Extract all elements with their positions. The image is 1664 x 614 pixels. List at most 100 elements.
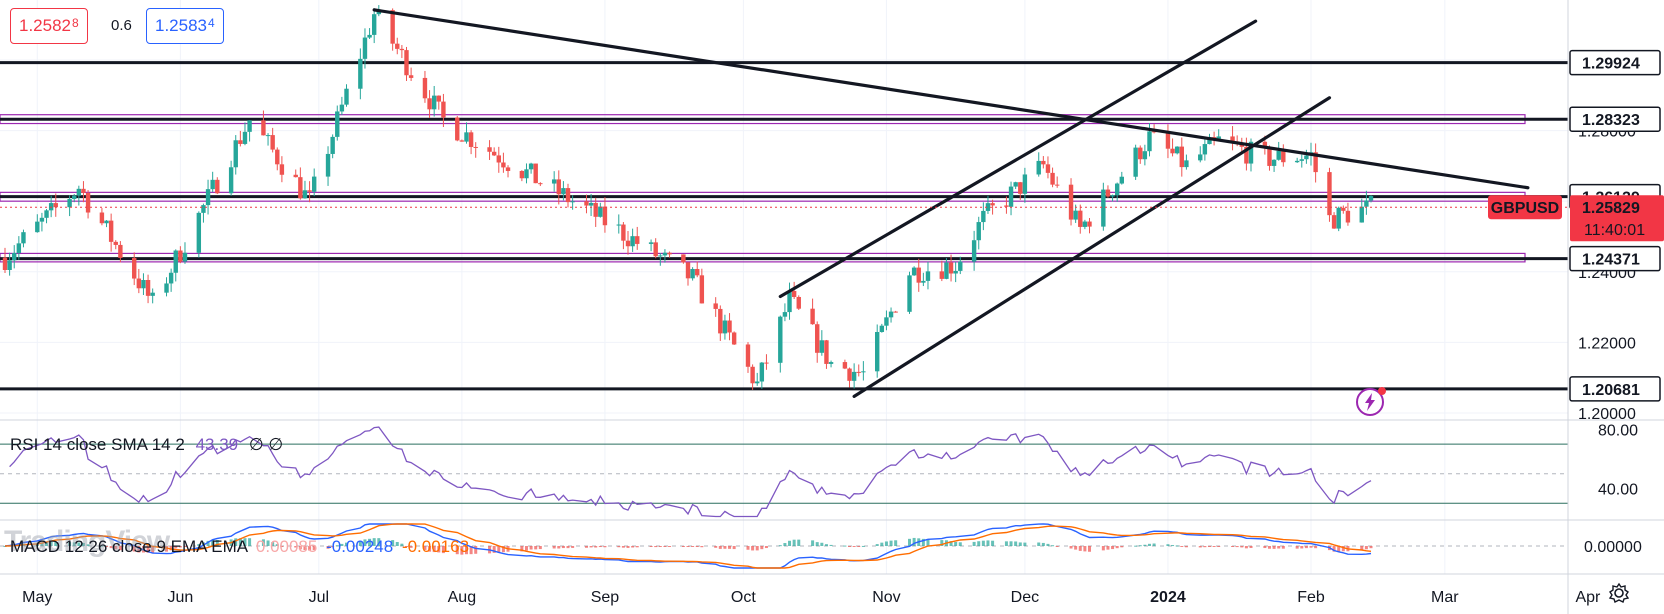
level-label: 1.29924 — [1582, 56, 1640, 73]
candle-body — [265, 135, 271, 137]
candle-body — [1299, 159, 1304, 161]
candle-body — [1078, 210, 1083, 227]
macd-histogram-bar — [557, 546, 561, 549]
candle-body — [141, 280, 146, 289]
candle-body — [1050, 172, 1055, 185]
candle-body — [690, 268, 695, 279]
candle-body — [588, 202, 594, 206]
macd-histogram-bar — [1304, 546, 1308, 549]
candle-body — [745, 344, 751, 367]
candle-body — [699, 275, 705, 304]
candle-body — [981, 210, 986, 223]
macd-hist-value: 0.00085 — [255, 537, 318, 556]
settings-gear-icon[interactable] — [1608, 582, 1630, 604]
candle-body — [16, 243, 22, 254]
candle-body — [861, 371, 866, 373]
bid-quote[interactable]: 1.2582 8 — [10, 8, 88, 44]
macd-histogram-bar — [954, 541, 958, 546]
candle-body — [1202, 144, 1208, 155]
candle-body — [196, 212, 202, 253]
candle-body — [168, 272, 174, 284]
macd-histogram-bar — [981, 540, 985, 546]
candle-body — [67, 199, 72, 208]
candle-body — [538, 183, 543, 185]
candle-body — [85, 192, 91, 213]
candle-body — [593, 202, 598, 217]
macd-histogram-bar — [1120, 546, 1124, 548]
macd-histogram-bar — [1069, 546, 1073, 549]
candle-body — [1174, 146, 1180, 154]
rsi-tick-label: 80.00 — [1598, 422, 1638, 439]
candle-body — [441, 101, 446, 118]
macd-histogram-bar — [1041, 542, 1045, 546]
candle-body — [888, 311, 894, 318]
candle-body — [602, 206, 608, 226]
candle-body — [344, 88, 349, 105]
time-tick-label: Mar — [1431, 589, 1459, 606]
candle-body — [1304, 155, 1309, 160]
rsi-value: 43.39 — [195, 435, 239, 454]
ask-quote[interactable]: 1.2583 4 — [146, 8, 224, 44]
candle-body — [893, 311, 898, 313]
macd-histogram-bar — [884, 541, 888, 546]
candle-body — [1041, 160, 1046, 165]
macd-histogram-bar — [1023, 542, 1027, 546]
candle-body — [630, 236, 635, 247]
chart-canvas[interactable]: 80.00 40.00 0.00000 May Jun Jul Aug Sep Oct Nov… — [0, 0, 1664, 614]
macd-histogram-bar — [1267, 546, 1271, 549]
candle-body — [118, 244, 123, 258]
candle-body — [1170, 148, 1175, 154]
macd-histogram-bar — [1138, 545, 1142, 547]
candle-body — [39, 217, 45, 222]
candle-body — [395, 43, 400, 49]
macd-legend[interactable]: MACD 12 26 close 9 EMA EMA 0.00085 -0.00… — [10, 537, 469, 557]
macd-value: -0.00248 — [326, 537, 394, 556]
rsi-legend[interactable]: RSI 14 close SMA 14 2 43.39 ∅ ∅ — [10, 435, 283, 455]
macd-histogram-bar — [1171, 545, 1175, 547]
macd-histogram-bar — [1147, 543, 1151, 546]
candle-body — [491, 151, 497, 156]
candle-body — [731, 332, 737, 345]
candle-body — [1271, 159, 1277, 166]
candle-body — [662, 252, 668, 256]
candle-body — [948, 262, 954, 274]
candle-body — [53, 203, 58, 208]
macd-histogram-bar — [958, 542, 962, 546]
macd-histogram-bar — [603, 546, 607, 548]
candle-body — [422, 77, 428, 99]
macd-histogram-bar — [686, 546, 690, 547]
candle-body — [653, 242, 658, 257]
macd-histogram-bar — [1295, 546, 1299, 549]
level-label: 1.24371 — [1582, 252, 1640, 269]
macd-histogram-bar — [1009, 541, 1013, 546]
candle-body — [7, 260, 12, 270]
macd-histogram-bar — [1166, 544, 1170, 546]
candle-body — [367, 34, 372, 38]
candle-body — [759, 362, 765, 382]
candle-body — [35, 221, 40, 233]
macd-histogram-bar — [538, 546, 542, 550]
macd-histogram-bar — [723, 546, 727, 549]
candle-body — [150, 292, 155, 296]
macd-histogram-bar — [1244, 546, 1248, 549]
trendlines — [372, 8, 1530, 398]
lightning-alert-icon[interactable] — [1354, 386, 1386, 418]
candle-body — [201, 205, 206, 213]
candle-body — [1119, 176, 1124, 184]
candle-body — [824, 340, 829, 364]
candle-body — [598, 206, 603, 217]
macd-histogram-bar — [991, 540, 995, 546]
candle-body — [487, 147, 492, 152]
macd-histogram-bar — [1074, 546, 1078, 550]
candle-body — [810, 308, 815, 325]
macd-histogram-bar — [1277, 546, 1281, 549]
candle-body — [399, 48, 405, 51]
candle-body — [921, 280, 926, 283]
candle-body — [1345, 210, 1351, 223]
axes: May Jun Jul Aug Sep Oct Nov Dec 2024 Feb Mar Apr 1.2… — [0, 0, 1664, 614]
macd-histogram-bar — [1314, 546, 1318, 549]
candle-body — [99, 212, 105, 224]
macd-histogram-bar — [1004, 541, 1008, 546]
candle-body — [750, 366, 755, 384]
macd-histogram-bar — [824, 544, 828, 546]
